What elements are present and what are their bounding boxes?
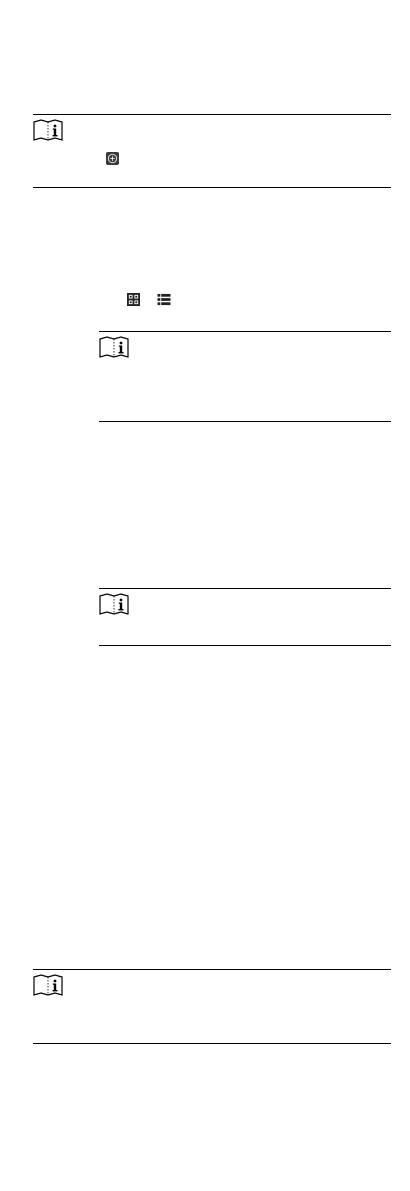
- note-book-info-icon: [33, 119, 63, 141]
- note-box: [33, 969, 391, 1044]
- note-book-info-icon: [99, 336, 129, 358]
- note-book-info-icon: [33, 974, 63, 996]
- note-box: [99, 588, 391, 646]
- manual-page: { "page": { "note_icons": ["note-book-in…: [0, 0, 410, 1191]
- note-box: [99, 331, 391, 422]
- note-box: [33, 114, 391, 188]
- add-circle-icon: [106, 152, 119, 165]
- list-view-icon: [157, 293, 171, 306]
- note-book-info-icon: [99, 593, 129, 615]
- thumbnail-view-icon: [127, 293, 140, 306]
